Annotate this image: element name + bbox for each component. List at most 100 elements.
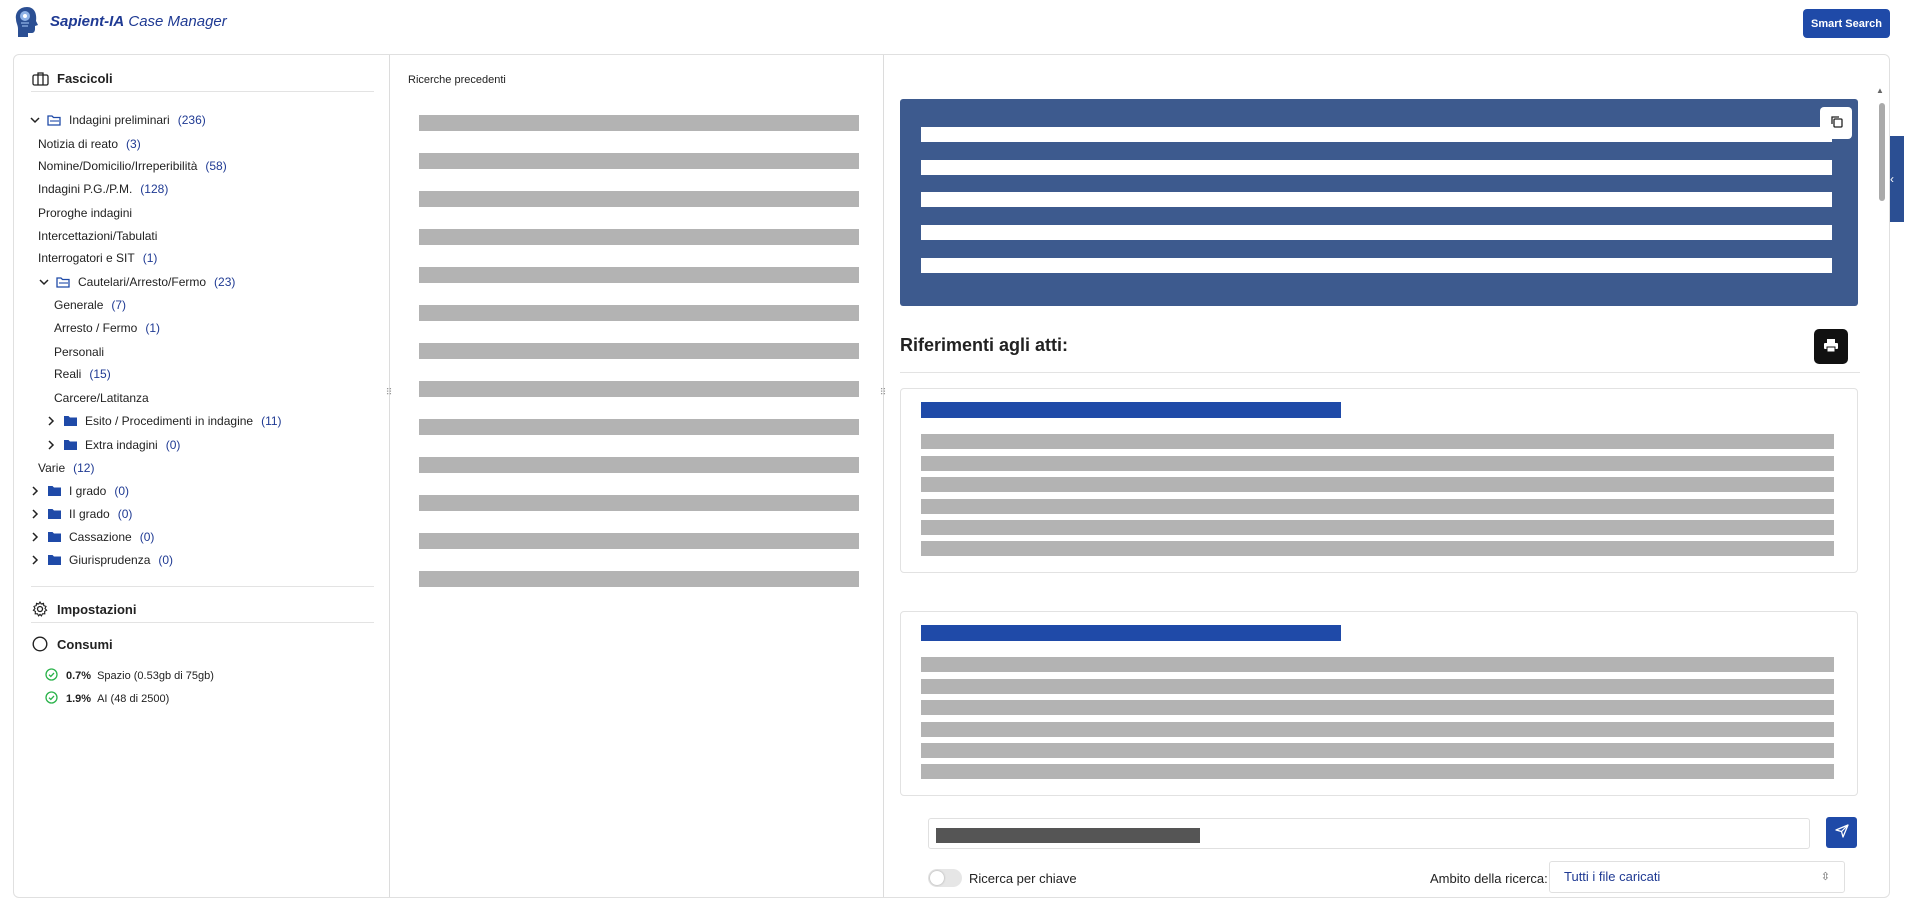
chevron-down-icon[interactable] <box>29 114 41 126</box>
impostazioni-title: Impostazioni <box>57 601 137 617</box>
tree-label: Giurisprudenza <box>69 553 151 567</box>
tree-count: (0) <box>139 530 155 544</box>
copy-button[interactable] <box>1820 107 1852 139</box>
scrollbar-thumb[interactable] <box>1879 103 1885 201</box>
query-input[interactable] <box>928 818 1810 849</box>
tree-item-cassazione[interactable]: Cassazione (0) <box>29 530 154 544</box>
search-history-item[interactable] <box>419 533 859 549</box>
chevron-right-icon[interactable] <box>29 485 41 497</box>
search-history-item[interactable] <box>419 343 859 359</box>
answer-text-line <box>921 258 1832 273</box>
answer-box <box>900 99 1858 306</box>
scope-label: Ambito della ricerca: <box>1430 871 1548 886</box>
folder-open-icon <box>47 114 62 126</box>
chevron-up-down-icon: ⇳ <box>1820 871 1830 883</box>
tree-count: (0) <box>158 553 174 567</box>
chevron-down-icon[interactable] <box>38 276 50 288</box>
tree-label: Indagini P.G./P.M. <box>38 182 133 196</box>
reference-card-line <box>921 764 1834 779</box>
tree-item-reali[interactable]: Reali (15) <box>54 367 111 381</box>
tree-count: (236) <box>177 113 206 127</box>
tree-item-i-grado[interactable]: I grado (0) <box>29 484 129 498</box>
fascicoli-header[interactable]: Fascicoli <box>31 69 113 87</box>
toggle-knob <box>930 871 944 885</box>
tree-label: Extra indagini <box>85 438 158 452</box>
search-history-item[interactable] <box>419 305 859 321</box>
reference-card[interactable] <box>900 388 1858 573</box>
tree-item-giurisprudenza[interactable]: Giurisprudenza (0) <box>29 553 173 567</box>
scope-select[interactable]: Tutti i file caricati ⇳ <box>1549 861 1845 893</box>
tree-item-esito[interactable]: Esito / Procedimenti in indagine (11) <box>45 414 282 428</box>
folder-icon <box>63 439 78 451</box>
chevron-right-icon[interactable] <box>45 415 57 427</box>
usage-label: AI (48 di 2500) <box>97 693 170 705</box>
search-history-item[interactable] <box>419 419 859 435</box>
tree-item-carcere[interactable]: Carcere/Latitanza <box>54 391 149 405</box>
search-history-item[interactable] <box>419 153 859 169</box>
copy-icon <box>1830 115 1843 131</box>
tree-count: (15) <box>89 367 111 381</box>
key-search-toggle[interactable] <box>928 869 962 887</box>
previous-searches-panel: Ricerche precedenti ⠿ <box>390 55 886 897</box>
print-button[interactable] <box>1814 329 1848 364</box>
reference-card-title[interactable] <box>921 625 1341 641</box>
tree-item-indagini-pg-pm[interactable]: Indagini P.G./P.M. (128) <box>38 182 168 196</box>
smart-search-button[interactable]: Smart Search <box>1803 9 1890 38</box>
search-history-item[interactable] <box>419 115 859 131</box>
fascicoli-title: Fascicoli <box>57 70 113 86</box>
search-history-item[interactable] <box>419 191 859 207</box>
search-history-item[interactable] <box>419 571 859 587</box>
tree-label: Proroghe indagini <box>38 206 133 220</box>
tree-item-notizia-di-reato[interactable]: Notizia di reato (3) <box>38 137 141 151</box>
tree-item-proroghe[interactable]: Proroghe indagini <box>38 206 132 220</box>
tree-count: (1) <box>142 251 158 265</box>
reference-card-line <box>921 722 1834 737</box>
tree-item-generale[interactable]: Generale (7) <box>54 298 126 312</box>
tree-item-nomine[interactable]: Nomine/Domicilio/Irreperibilità (58) <box>38 159 227 173</box>
chevron-right-icon[interactable] <box>29 554 41 566</box>
search-history-item[interactable] <box>419 229 859 245</box>
folder-icon <box>47 508 62 520</box>
scroll-up-arrow-icon[interactable]: ▲ <box>1876 86 1884 95</box>
tree-label: Esito / Procedimenti in indagine <box>85 414 254 428</box>
tree-item-extra-indagini[interactable]: Extra indagini (0) <box>45 438 180 452</box>
tree-label: Notizia di reato <box>38 137 119 151</box>
search-history-item[interactable] <box>419 495 859 511</box>
tree-item-interrogatori[interactable]: Interrogatori e SIT (1) <box>38 251 157 265</box>
answer-text-line <box>921 225 1832 240</box>
reference-card-line <box>921 477 1834 492</box>
tree-label: Cautelari/Arresto/Fermo <box>78 275 207 289</box>
tree-label: Indagini preliminari <box>69 113 170 127</box>
search-history-item[interactable] <box>419 457 859 473</box>
tree-item-arresto-fermo[interactable]: Arresto / Fermo (1) <box>54 321 160 335</box>
chevron-left-icon: ‹ <box>1890 172 1894 186</box>
reference-card-line <box>921 499 1834 514</box>
chevron-right-icon[interactable] <box>29 531 41 543</box>
chevron-right-icon[interactable] <box>29 508 41 520</box>
tree-item-indagini-preliminari[interactable]: Indagini preliminari (236) <box>29 113 206 127</box>
tree-label: Reali <box>54 367 82 381</box>
impostazioni-header[interactable]: Impostazioni <box>31 600 136 618</box>
tree-count: (0) <box>114 484 130 498</box>
send-button[interactable] <box>1826 817 1857 848</box>
tree-count: (58) <box>205 159 227 173</box>
tree-item-personali[interactable]: Personali <box>54 345 104 359</box>
reference-card-title[interactable] <box>921 402 1341 418</box>
tree-item-cautelari[interactable]: Cautelari/Arresto/Fermo (23) <box>38 275 235 289</box>
send-icon <box>1834 824 1849 841</box>
check-circle-icon <box>45 668 58 684</box>
tree-count: (12) <box>73 461 95 475</box>
tree-label: I grado <box>69 484 107 498</box>
tree-count: (23) <box>214 275 236 289</box>
answer-panel: Riferimenti agli atti: Ricerca per chiav… <box>885 55 1889 897</box>
search-history-item[interactable] <box>419 267 859 283</box>
chevron-right-icon[interactable] <box>45 439 57 451</box>
folder-icon <box>63 415 78 427</box>
tree-item-intercettazioni[interactable]: Intercettazioni/Tabulati <box>38 229 157 243</box>
tree-count: (11) <box>261 414 282 428</box>
tree-item-ii-grado[interactable]: II grado (0) <box>29 507 132 521</box>
search-history-item[interactable] <box>419 381 859 397</box>
tree-item-varie[interactable]: Varie (12) <box>38 461 94 475</box>
reference-card[interactable] <box>900 611 1858 796</box>
usage-spazio: 0.7% Spazio (0.53gb di 75gb) <box>45 668 214 684</box>
